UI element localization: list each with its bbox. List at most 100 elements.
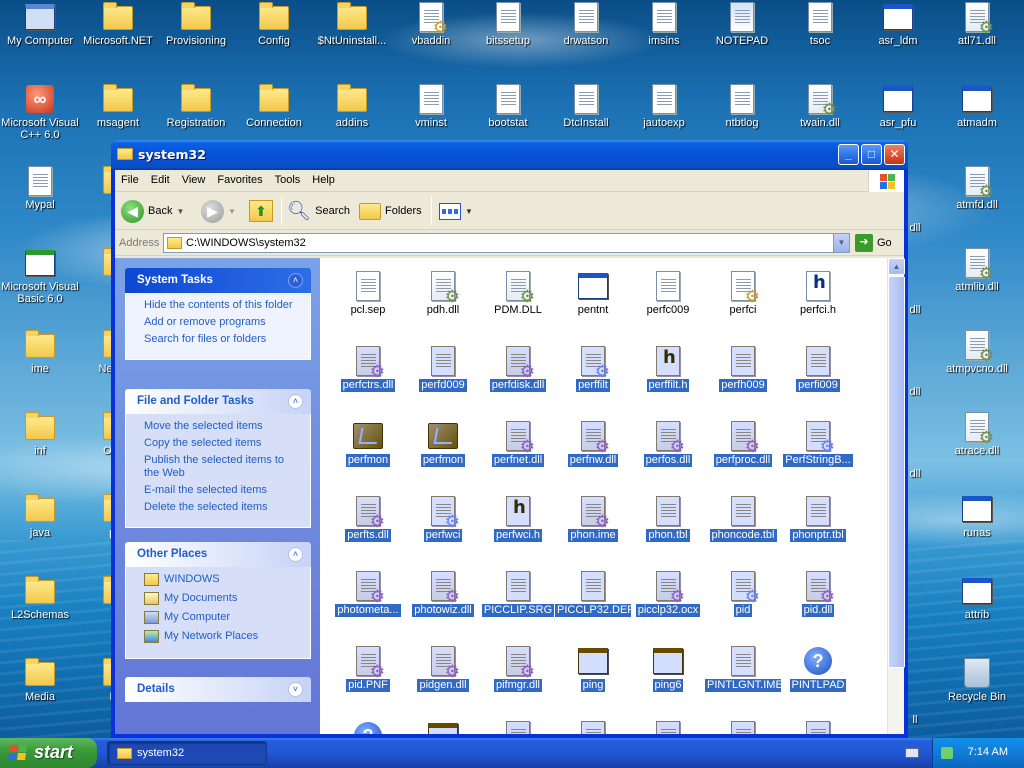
menu-tools[interactable]: Tools (269, 170, 307, 186)
file-item[interactable]: perffilt.h (630, 341, 706, 396)
desktop-icon[interactable]: twain.dll (780, 84, 860, 129)
desktop-icon[interactable]: tsoc (780, 2, 860, 47)
task-link[interactable]: E-mail the selected items (144, 484, 302, 497)
desktop-icon[interactable]: Config (234, 2, 314, 47)
place-link[interactable]: My Computer (144, 611, 302, 624)
folders-button[interactable]: Folders (359, 198, 422, 224)
file-item[interactable]: pdh.dll (405, 266, 481, 321)
file-item[interactable]: perfproc.dll (705, 416, 781, 471)
address-dropdown-icon[interactable]: ▼ (833, 234, 849, 252)
task-link[interactable]: Copy the selected items (144, 437, 302, 450)
file-item[interactable]: pid.PNF (330, 641, 406, 696)
file-item[interactable]: PerfStringB... (780, 416, 856, 471)
desktop-icon[interactable]: Recycle Bin (937, 658, 1017, 703)
file-item[interactable]: phon.tbl (630, 491, 706, 546)
file-item[interactable]: perfci (705, 266, 781, 321)
file-item[interactable] (630, 716, 706, 734)
desktop-icon[interactable]: atl71.dll (937, 2, 1017, 47)
task-link[interactable]: Move the selected items (144, 420, 302, 433)
desktop-icon[interactable]: addins (312, 84, 392, 129)
desktop-icon[interactable]: bitssetup (468, 2, 548, 47)
file-item[interactable]: pidgen.dll (405, 641, 481, 696)
desktop-icon[interactable]: Registration (156, 84, 236, 129)
file-item[interactable] (405, 716, 481, 734)
taskbar-window-system32[interactable]: system32 (107, 741, 267, 765)
desktop-icon[interactable]: L2Schemas (0, 576, 80, 621)
file-item[interactable]: phoncode.tbl (705, 491, 781, 546)
file-item[interactable]: perfh009 (705, 341, 781, 396)
desktop-icon[interactable]: inf (0, 412, 80, 457)
keyboard-icon[interactable] (905, 748, 919, 758)
menu-edit[interactable]: Edit (145, 170, 176, 186)
desktop-icon[interactable]: vbaddin (391, 2, 471, 47)
menu-help[interactable]: Help (306, 170, 341, 186)
desktop-icon[interactable]: asr_ldm (858, 2, 938, 47)
desktop-icon[interactable]: My Computer (0, 2, 80, 47)
file-item[interactable]: perfctrs.dll (330, 341, 406, 396)
file-item[interactable]: perfmon (405, 416, 481, 471)
desktop-icon[interactable]: Media (0, 658, 80, 703)
desktop-icon[interactable]: Provisioning (156, 2, 236, 47)
file-folder-tasks-header[interactable]: File and Folder Tasks ˄ (125, 389, 311, 414)
desktop-icon[interactable]: Connection (234, 84, 314, 129)
file-item[interactable] (780, 716, 856, 734)
desktop-icon[interactable]: vminst (391, 84, 471, 129)
task-link[interactable]: Add or remove programs (144, 316, 302, 329)
file-item[interactable]: perfd009 (405, 341, 481, 396)
file-item[interactable]: pid (705, 566, 781, 621)
vertical-scrollbar[interactable]: ▲ (887, 258, 905, 734)
collapse-icon[interactable]: ˄ (288, 273, 303, 288)
go-button[interactable]: ➜ Go (855, 234, 892, 252)
address-input[interactable]: C:\WINDOWS\system32 ▼ (163, 233, 850, 253)
file-item[interactable]: pifmgr.dll (480, 641, 556, 696)
file-item[interactable]: perfmon (330, 416, 406, 471)
file-item[interactable]: phon.ime (555, 491, 631, 546)
task-link[interactable]: Delete the selected items (144, 501, 302, 514)
file-item[interactable]: perfc009 (630, 266, 706, 321)
place-link[interactable]: WINDOWS (144, 573, 302, 586)
file-item[interactable]: phonptr.tbl (780, 491, 856, 546)
task-link[interactable]: Publish the selected items to the Web (144, 454, 302, 480)
desktop-icon[interactable]: jautoexp (624, 84, 704, 129)
desktop-icon[interactable]: drwatson (546, 2, 626, 47)
desktop-icon[interactable]: runas (937, 494, 1017, 539)
file-item[interactable] (705, 716, 781, 734)
file-item[interactable]: PICCLP32.DEP (555, 566, 631, 621)
file-item[interactable]: ping6 (630, 641, 706, 696)
explorer-window[interactable]: system32 _ □ ✕ File Edit View Favorites Tool… (111, 140, 908, 738)
file-item[interactable]: pcl.sep (330, 266, 406, 321)
desktop-icon[interactable]: java (0, 494, 80, 539)
desktop-icon[interactable]: Microsoft Visual Basic 6.0 (0, 248, 80, 305)
close-button[interactable]: ✕ (884, 144, 905, 165)
file-item[interactable]: photowiz.dll (405, 566, 481, 621)
minimize-button[interactable]: _ (838, 144, 859, 165)
file-item[interactable]: perfnw.dll (555, 416, 631, 471)
desktop-icon[interactable]: ime (0, 330, 80, 375)
desktop-icon[interactable]: Mypal (0, 166, 80, 211)
desktop-icon[interactable]: atrace.dll (937, 412, 1017, 457)
file-item[interactable]: photometa... (330, 566, 406, 621)
desktop-icon[interactable]: imsins (624, 2, 704, 47)
maximize-button[interactable]: □ (861, 144, 882, 165)
desktop-icon[interactable]: atmadm (937, 84, 1017, 129)
desktop-icon[interactable]: bootstat (468, 84, 548, 129)
file-item[interactable]: perffilt (555, 341, 631, 396)
file-item[interactable]: ? PINTLPAD (780, 641, 856, 696)
place-link[interactable]: My Network Places (144, 630, 302, 643)
system-tasks-header[interactable]: System Tasks ˄ (125, 268, 311, 293)
file-item[interactable]: PICCLIP.SRG (480, 566, 556, 621)
forward-button[interactable]: ▶ ▼ (201, 198, 236, 224)
collapse-icon[interactable]: ˄ (288, 394, 303, 409)
menu-view[interactable]: View (176, 170, 212, 186)
other-places-header[interactable]: Other Places ˄ (125, 542, 311, 567)
file-item[interactable]: PINTLGNT.IME (705, 641, 781, 696)
file-item[interactable]: picclp32.ocx (630, 566, 706, 621)
task-link[interactable]: Hide the contents of this folder (144, 299, 302, 312)
network-icon[interactable] (941, 747, 953, 759)
start-button[interactable]: start (0, 738, 97, 768)
desktop-icon[interactable]: ntbtlog (702, 84, 782, 129)
scroll-up-button[interactable]: ▲ (888, 258, 905, 275)
file-item[interactable] (555, 716, 631, 734)
file-item[interactable]: ? (330, 716, 406, 734)
desktop-icon[interactable]: atmpvcno.dll (937, 330, 1017, 375)
